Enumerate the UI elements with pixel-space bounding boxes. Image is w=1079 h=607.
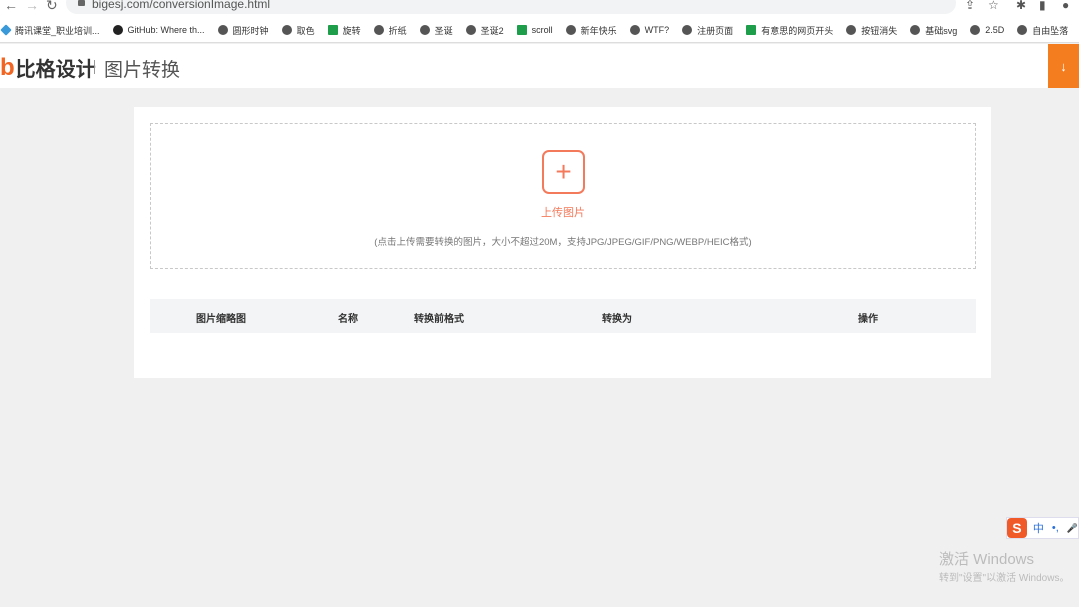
globe-icon: [846, 25, 857, 35]
bookmark-label: 按钮消失: [861, 25, 898, 36]
table-header: 图片缩略图 名称 转换前格式 转换为 操作: [150, 299, 976, 333]
url-text: bigesj.com/conversionImage.html: [92, 0, 271, 11]
reload-button[interactable]: ↻: [46, 0, 58, 14]
profile-icon[interactable]: ●: [1062, 0, 1069, 12]
bookmark-item[interactable]: 新年快乐: [565, 24, 617, 37]
globe-icon: [682, 25, 693, 35]
bookmark-item[interactable]: GitHub: Where th...: [112, 25, 205, 35]
globe-icon: [465, 25, 476, 35]
bookmark-item[interactable]: 腾讯课堂_职业培训...: [0, 24, 100, 37]
bookmark-item[interactable]: 自由坠落: [1017, 24, 1068, 37]
bookmark-label: 取色: [296, 25, 315, 36]
bookmark-label: 圣诞: [434, 25, 453, 36]
column-target-format: 转换为: [602, 314, 632, 325]
bookmark-item[interactable]: 圣诞2: [465, 24, 504, 37]
lock-icon: [78, 0, 85, 6]
bookmark-label: 有意思的网页开头: [761, 25, 834, 36]
upload-hint: (点击上传需要转换的图片，大小不超过20M，支持JPG/JPEG/GIF/PNG…: [374, 237, 752, 248]
site-header: b 比格设计 图片转换 ↓: [0, 44, 1079, 88]
bookmark-item[interactable]: 折纸: [373, 24, 407, 37]
extensions-icon[interactable]: ✱: [1016, 0, 1026, 12]
column-actions: 操作: [858, 314, 878, 325]
punctuation-icon[interactable]: •,: [1052, 522, 1059, 534]
bookmark-label: GitHub: Where th...: [127, 25, 205, 35]
globe-icon: [217, 25, 228, 35]
bookmark-label: 旋转: [342, 25, 361, 36]
bookmark-item[interactable]: 取色: [281, 24, 315, 37]
bookmark-item[interactable]: 按钮消失: [846, 24, 897, 37]
sheet-icon: [746, 25, 757, 35]
browser-toolbar: ← → ↻ bigesj.com/conversionImage.html ⇪ …: [0, 0, 1079, 18]
globe-icon: [565, 25, 576, 35]
globe-icon: [629, 25, 640, 35]
back-button[interactable]: ←: [4, 0, 18, 13]
sheet-icon: [516, 25, 527, 35]
bookmark-label: 腾讯课堂_职业培训...: [15, 25, 100, 36]
bookmark-item[interactable]: scroll: [516, 25, 553, 35]
bookmarks-bar: 腾讯课堂_职业培训... GitHub: Where th... 圆形时钟 取色 旋转 折…: [0, 18, 1079, 43]
column-name: 名称: [338, 314, 358, 325]
bookmark-item[interactable]: 2.5D: [970, 25, 1004, 35]
bookmark-label: 新年快乐: [580, 25, 617, 36]
bookmark-label: WTF?: [644, 25, 670, 35]
column-source-format: 转换前格式: [414, 314, 464, 325]
logo-text: 比格设计: [15, 59, 96, 81]
globe-icon: [419, 25, 430, 35]
bookmark-item[interactable]: 圣诞: [419, 24, 453, 37]
address-bar[interactable]: bigesj.com/conversionImage.html: [66, 0, 956, 14]
bookmark-item[interactable]: WTF?: [629, 25, 670, 35]
globe-icon: [1017, 25, 1028, 35]
upload-label[interactable]: 上传图片: [151, 204, 975, 220]
activation-watermark-subtitle: 转到"设置"以激活 Windows。: [939, 573, 1070, 584]
bookmark-label: 折纸: [388, 25, 407, 36]
bookmark-label: 圆形时钟: [232, 25, 269, 36]
bookmark-label: 注册页面: [697, 25, 734, 36]
bookmark-label: 基础svg: [925, 25, 958, 36]
sogou-icon: S: [1007, 518, 1027, 538]
bookmark-item[interactable]: 基础svg: [910, 24, 957, 37]
divider: [94, 60, 95, 74]
sheet-icon: [327, 25, 338, 35]
download-button[interactable]: ↓: [1048, 44, 1079, 88]
logo-mark: b: [0, 53, 15, 81]
bookmark-item[interactable]: 旋转: [327, 24, 361, 37]
conversion-card: + 上传图片 (点击上传需要转换的图片，大小不超过20M，支持JPG/JPEG/…: [134, 107, 991, 378]
ime-mode[interactable]: 中: [1033, 520, 1044, 536]
tencent-icon: [0, 24, 12, 36]
bookmark-label: 自由坠落: [1032, 25, 1069, 36]
bookmark-label: 2.5D: [985, 25, 1005, 35]
star-icon[interactable]: ☆: [988, 0, 999, 12]
globe-icon: [910, 25, 921, 35]
bookmark-item[interactable]: 有意思的网页开头: [746, 24, 833, 37]
download-icon: ↓: [1060, 58, 1067, 74]
logo[interactable]: b 比格设计: [0, 53, 96, 82]
globe-icon: [373, 25, 384, 35]
activation-watermark-title: 激活 Windows: [939, 551, 1035, 568]
globe-icon: [970, 25, 981, 35]
column-thumbnail: 图片缩略图: [196, 314, 246, 325]
bookmark-item[interactable]: 圆形时钟: [217, 24, 269, 37]
bookmark-label: scroll: [531, 25, 553, 35]
bookmark-item[interactable]: 注册页面: [682, 24, 733, 37]
upload-button[interactable]: +: [542, 150, 585, 194]
ime-toolbar[interactable]: S 中 •, 🎤: [1006, 517, 1079, 539]
page-title: 图片转换: [104, 60, 181, 81]
sidepanel-icon[interactable]: ▮: [1039, 0, 1046, 12]
share-icon[interactable]: ⇪: [965, 0, 975, 12]
forward-button[interactable]: →: [25, 0, 39, 13]
bookmark-label: 圣诞2: [480, 25, 504, 36]
mic-icon[interactable]: 🎤: [1067, 523, 1078, 534]
github-icon: [112, 25, 123, 35]
upload-dropzone[interactable]: + 上传图片 (点击上传需要转换的图片，大小不超过20M，支持JPG/JPEG/…: [150, 123, 976, 269]
globe-icon: [281, 25, 292, 35]
plus-icon: +: [555, 156, 572, 187]
